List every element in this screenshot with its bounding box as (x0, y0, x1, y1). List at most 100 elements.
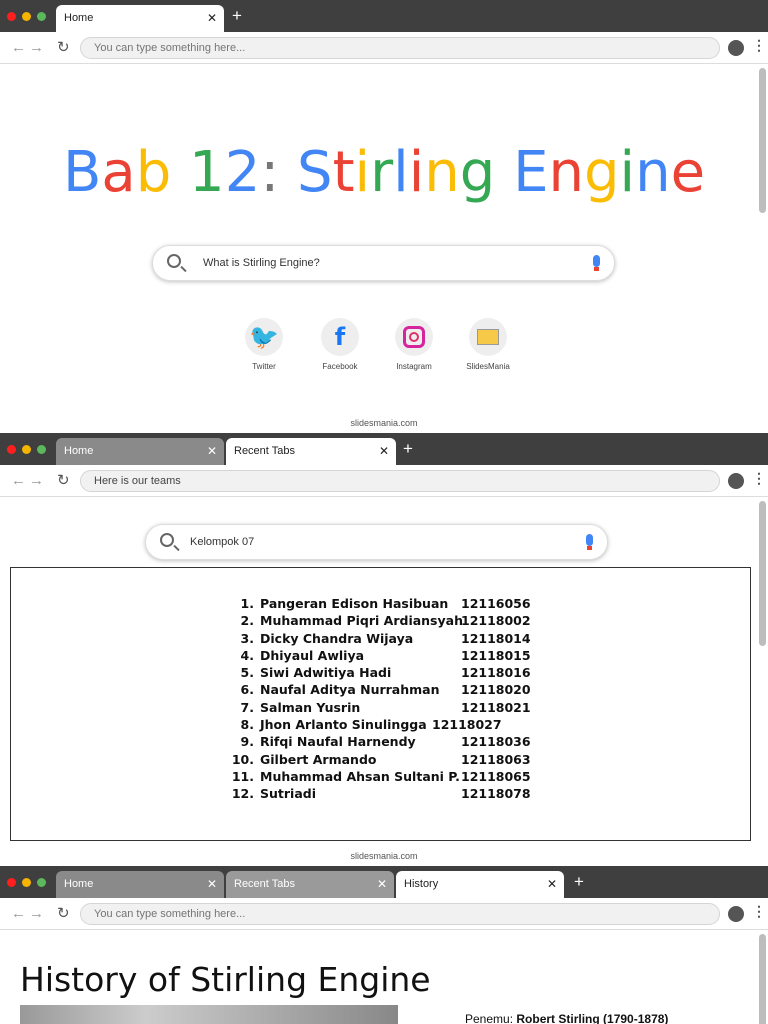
title-letter: n (548, 140, 585, 205)
account-icon[interactable] (728, 473, 744, 489)
member-id: 12118036 (461, 734, 531, 750)
team-member-row: 10. Gilbert Armando 12118063 (216, 752, 536, 769)
footer-link[interactable]: slidesmania.com (0, 418, 768, 428)
member-name: Naufal Aditya Nurrahman (260, 682, 440, 698)
menu-icon[interactable]: ⋮ (752, 37, 766, 54)
member-name: Muhammad Piqri Ardiansyah (260, 613, 463, 629)
minimize-dot[interactable] (22, 12, 31, 21)
close-tab-icon[interactable]: ✕ (207, 444, 217, 458)
tab-recent-tabs[interactable]: Recent Tabs ✕ (226, 871, 394, 898)
member-no: 7. (240, 699, 254, 715)
member-name: Jhon Arlanto Sinulingga (260, 717, 427, 733)
title-letter: t (332, 140, 355, 205)
back-forward-icons[interactable]: ←→ (11, 472, 47, 489)
close-dot[interactable] (7, 12, 16, 21)
scrollbar[interactable] (759, 501, 766, 646)
title-letter: 2 (224, 140, 261, 205)
member-id: 12118020 (461, 682, 531, 698)
page-title: Bab 12: Stirling Engine (0, 140, 768, 205)
tab-home[interactable]: Home ✕ (56, 438, 224, 465)
shortcut-instagram[interactable]: Instagram (384, 318, 444, 371)
close-tab-icon[interactable]: ✕ (547, 877, 557, 891)
facebook-icon: f (321, 318, 359, 356)
title-letter: E (513, 140, 549, 205)
member-id: 12118002 (461, 613, 531, 629)
shortcut-slidesmania[interactable]: SlidesMania (458, 318, 518, 371)
maximize-dot[interactable] (37, 445, 46, 454)
member-id: 12116056 (461, 596, 531, 611)
member-no: 2. (240, 613, 254, 629)
microphone-icon[interactable] (593, 255, 600, 271)
maximize-dot[interactable] (37, 878, 46, 887)
member-id: 12118065 (461, 768, 531, 784)
team-list: 1. Pangeran Edison Hasibuan 12116056 2. Muha… (216, 596, 536, 804)
close-tab-icon[interactable]: ✕ (207, 877, 217, 891)
title-letter: i (354, 140, 371, 205)
new-tab-button[interactable]: + (232, 6, 242, 26)
member-name: Siwi Adwitiya Hadi (260, 665, 392, 681)
tab-bar: Home ✕ + (0, 0, 768, 32)
title-letter: n (635, 140, 671, 205)
title-letter: e (670, 140, 706, 205)
tab-history[interactable]: History ✕ (396, 871, 564, 898)
member-no: 4. (240, 647, 254, 663)
team-member-row: 8. Jhon Arlanto Sinulingga 12118027 (216, 717, 536, 734)
footer-link[interactable]: slidesmania.com (0, 851, 768, 861)
title-letter: B (62, 140, 102, 205)
search-icon (167, 254, 181, 268)
new-tab-button[interactable]: + (574, 872, 584, 892)
stirling-engine-image (20, 1005, 398, 1024)
team-member-row: 7. Salman Yusrin 12118021 (216, 700, 536, 717)
browser-window-recent-tabs: Home ✕ Recent Tabs ✕ + ←→ ↻ Here is our te… (0, 433, 768, 866)
microphone-icon[interactable] (586, 534, 593, 550)
minimize-dot[interactable] (22, 445, 31, 454)
close-tab-icon[interactable]: ✕ (379, 444, 389, 458)
team-member-row: 2. Muhammad Piqri Ardiansyah 12118002 (216, 613, 536, 630)
close-tab-icon[interactable]: ✕ (377, 877, 387, 891)
maximize-dot[interactable] (37, 12, 46, 21)
shortcut-label: Twitter (252, 362, 276, 371)
tab-recent-tabs[interactable]: Recent Tabs ✕ (226, 438, 396, 465)
shortcut-facebook[interactable]: f Facebook (310, 318, 370, 371)
close-dot[interactable] (7, 445, 16, 454)
shortcut-twitter[interactable]: 🐦 Twitter (234, 318, 294, 371)
url-input[interactable] (80, 903, 720, 925)
tab-home[interactable]: Home ✕ (56, 5, 224, 32)
reload-icon[interactable]: ↻ (57, 904, 70, 922)
member-name: Sutriadi (260, 786, 316, 802)
new-tab-button[interactable]: + (403, 439, 413, 459)
tab-label: Recent Tabs (234, 878, 295, 890)
url-input[interactable] (80, 37, 720, 59)
close-dot[interactable] (7, 878, 16, 887)
member-no: 9. (240, 734, 254, 750)
menu-icon[interactable]: ⋮ (752, 903, 766, 920)
search-text: What is Stirling Engine? (203, 257, 320, 269)
browser-window-home: Home✕ + ←→ ↻ ⋮ Bab 12: Stirling Engine W… (0, 0, 768, 433)
title-letter: g (584, 140, 620, 205)
url-input[interactable]: Here is our teams (80, 470, 720, 492)
search-box[interactable]: Kelompok 07 (145, 524, 608, 560)
tab-home[interactable]: Home ✕ (56, 871, 224, 898)
close-tab-icon[interactable]: ✕ (207, 11, 217, 25)
menu-icon[interactable]: ⋮ (752, 470, 766, 487)
search-box[interactable]: What is Stirling Engine? (152, 245, 615, 281)
member-id: 12118016 (461, 665, 531, 681)
account-icon[interactable] (728, 906, 744, 922)
reload-icon[interactable]: ↻ (57, 38, 70, 56)
reload-icon[interactable]: ↻ (57, 471, 70, 489)
member-id: 12118027 (432, 717, 502, 733)
instagram-icon (395, 318, 433, 356)
shortcut-label: Facebook (322, 362, 358, 371)
browser-window-history: Home ✕ Recent Tabs ✕ History ✕ + ←→ ↻ ⋮ His… (0, 866, 768, 1024)
tab-bar: Home ✕ Recent Tabs ✕ + (0, 433, 768, 465)
member-no: 12. (231, 786, 254, 802)
back-forward-icons[interactable]: ←→ (11, 39, 47, 56)
search-icon (160, 533, 174, 547)
tab-label: History (404, 878, 439, 890)
account-icon[interactable] (728, 40, 744, 56)
title-letter: g (459, 140, 496, 205)
minimize-dot[interactable] (22, 878, 31, 887)
title-letter: r (370, 140, 394, 205)
back-forward-icons[interactable]: ←→ (11, 905, 47, 922)
title-letter: l (393, 140, 409, 205)
